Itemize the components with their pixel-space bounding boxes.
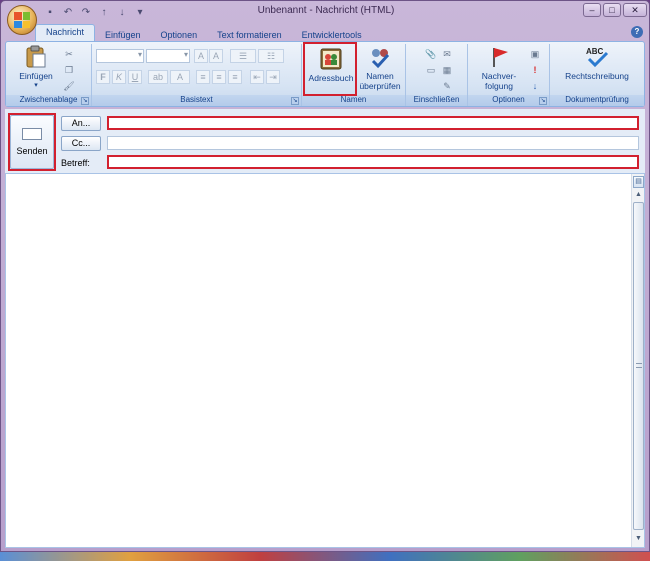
group-include: 📎 ✉ ▭ ▦ ✎ Einschließen — [406, 44, 468, 106]
increase-indent-icon[interactable]: ⇥ — [266, 70, 280, 84]
font-color-icon[interactable]: A — [170, 70, 190, 84]
scroll-up-icon[interactable]: ▲ — [633, 190, 644, 200]
scroll-grip-icon — [636, 363, 642, 368]
business-card-icon[interactable]: ▭ — [424, 64, 438, 76]
group-clipboard: Einfügen ▾ ✂ ❐ 🖌 Zwischenablage ↘ — [6, 44, 92, 106]
follow-up-button[interactable]: Nachver- folgung — [476, 45, 522, 91]
ribbon: Einfügen ▾ ✂ ❐ 🖌 Zwischenablage ↘ A A ☰ … — [5, 41, 645, 107]
group-label-include: Einschließen — [406, 95, 467, 106]
decrease-indent-icon[interactable]: ⇤ — [250, 70, 264, 84]
outlook-message-window: ▪ ↶ ↷ ↑ ↓ ▾ Unbenannt - Nachricht (HTML)… — [0, 0, 650, 552]
categorize-icon[interactable]: ▣ — [528, 48, 542, 60]
check-names-icon — [371, 49, 390, 69]
clipboard-launcher-icon[interactable]: ↘ — [81, 97, 89, 105]
align-right-icon[interactable]: ≡ — [228, 70, 242, 84]
bold-button[interactable]: F — [96, 70, 110, 84]
send-highlight — [8, 113, 56, 171]
align-center-icon[interactable]: ≡ — [212, 70, 226, 84]
spelling-button[interactable]: ABC Rechtschreibung — [558, 45, 636, 81]
follow-up-label-line2: folgung — [485, 81, 513, 91]
font-family-select[interactable] — [96, 49, 144, 63]
italic-button[interactable]: K — [112, 70, 126, 84]
options-launcher-icon[interactable]: ↘ — [539, 97, 547, 105]
paste-button[interactable]: Einfügen ▾ — [16, 45, 56, 89]
highlight-color-icon[interactable]: ab — [148, 70, 168, 84]
svg-text:ABC: ABC — [586, 47, 604, 56]
group-label-clipboard: Zwischenablage — [6, 95, 91, 106]
check-names-label-line2: überprüfen — [359, 81, 401, 91]
maximize-button[interactable]: □ — [603, 3, 621, 17]
clipboard-icon — [26, 45, 46, 68]
tab-entwicklertools[interactable]: Entwicklertools — [292, 28, 372, 42]
desktop-background — [0, 552, 650, 561]
window-title: Unbenannt - Nachricht (HTML) — [257, 5, 395, 16]
scroll-thumb[interactable] — [633, 202, 644, 530]
minimize-button[interactable]: – — [583, 3, 601, 17]
format-painter-icon[interactable]: 🖌 — [62, 80, 76, 92]
align-left-icon[interactable]: ≡ — [196, 70, 210, 84]
group-label-basic-text: Basistext — [92, 95, 301, 106]
numbering-icon[interactable]: ☷ — [258, 49, 284, 63]
tab-optionen[interactable]: Optionen — [151, 28, 208, 42]
ruler-toggle-icon[interactable]: ▤ — [633, 176, 644, 188]
office-button[interactable] — [7, 5, 37, 35]
group-basic-text: A A ☰ ☷ F K U ab A ≡ ≡ ≡ ⇤ ⇥ Basistext ↘ — [92, 44, 302, 106]
copy-icon[interactable]: ❐ — [62, 64, 76, 76]
low-importance-icon[interactable]: ↓ — [528, 80, 542, 92]
close-button[interactable]: ✕ — [623, 3, 647, 17]
ribbon-tabs: Nachricht Einfügen Optionen Text formati… — [35, 24, 372, 42]
to-field[interactable] — [107, 116, 639, 130]
bullets-icon[interactable]: ☰ — [230, 49, 256, 63]
spelling-check-icon: ABC — [586, 47, 609, 68]
subject-field[interactable] — [107, 155, 639, 169]
paste-label: Einfügen — [19, 71, 53, 81]
high-importance-icon[interactable]: ! — [528, 64, 542, 76]
tab-text-formatieren[interactable]: Text formatieren — [207, 28, 292, 42]
cc-field[interactable] — [107, 136, 639, 150]
subject-label: Betreff: — [61, 158, 90, 168]
signature-icon[interactable]: ✎ — [440, 80, 454, 92]
message-header: Senden An... Cc... Betreff: — [5, 109, 645, 173]
scroll-down-icon[interactable]: ▼ — [633, 534, 644, 544]
vertical-scrollbar[interactable]: ▤ ▲ ▼ — [631, 174, 644, 547]
calendar-icon[interactable]: ▦ — [440, 64, 454, 76]
group-options: Nachver- folgung ▣ ! ↓ Optionen ↘ — [468, 44, 550, 106]
grow-font-icon[interactable]: A — [194, 49, 208, 63]
office-logo-icon — [14, 12, 30, 28]
tab-einfuegen[interactable]: Einfügen — [95, 28, 151, 42]
cut-icon[interactable]: ✂ — [62, 48, 76, 60]
group-proofing: ABC Rechtschreibung Dokumentprüfung — [550, 44, 644, 106]
cc-button[interactable]: Cc... — [61, 136, 101, 151]
attach-file-icon[interactable]: 📎 — [424, 48, 438, 60]
spelling-label: Rechtschreibung — [565, 71, 629, 81]
group-label-options: Optionen — [468, 95, 549, 106]
attach-item-icon[interactable]: ✉ — [440, 48, 454, 60]
window-controls: – □ ✕ — [583, 3, 647, 17]
to-button[interactable]: An... — [61, 116, 101, 131]
shrink-font-icon[interactable]: A — [209, 49, 223, 63]
font-size-select[interactable] — [146, 49, 190, 63]
help-icon[interactable]: ? — [631, 26, 643, 38]
basic-text-launcher-icon[interactable]: ↘ — [291, 97, 299, 105]
group-label-names: Namen — [302, 95, 405, 106]
check-names-button[interactable]: Namen überprüfen — [356, 45, 404, 91]
address-book-highlight — [303, 42, 357, 96]
tab-nachricht[interactable]: Nachricht — [35, 24, 96, 42]
underline-button[interactable]: U — [128, 70, 142, 84]
title-bar: ▪ ↶ ↷ ↑ ↓ ▾ Unbenannt - Nachricht (HTML)… — [1, 1, 649, 35]
follow-up-label-line1: Nachver- — [481, 71, 517, 81]
message-body-editor[interactable]: ▤ ▲ ▼ — [5, 173, 645, 548]
group-label-proofing: Dokumentprüfung — [550, 95, 644, 106]
flag-icon — [493, 48, 508, 67]
check-names-label-line1: Namen — [366, 71, 394, 81]
